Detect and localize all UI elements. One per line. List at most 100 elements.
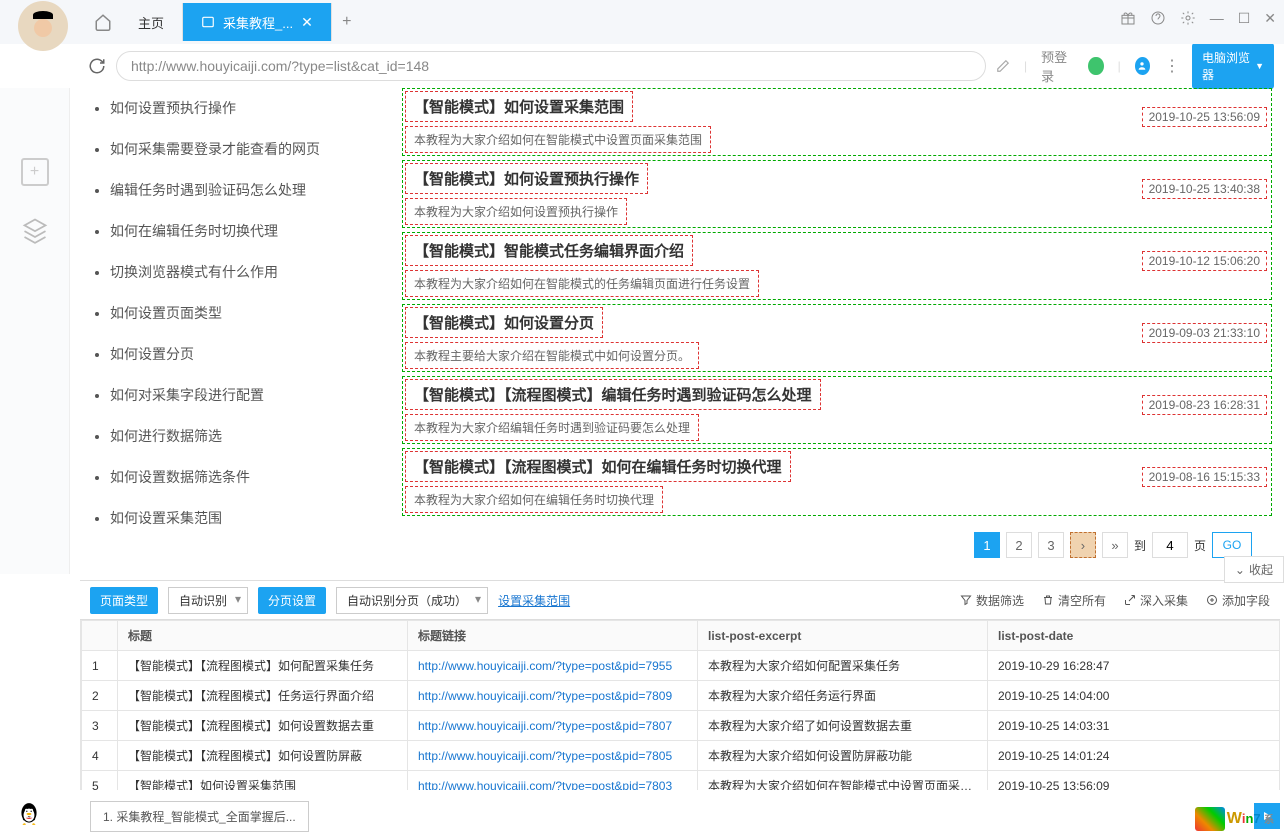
url-text: http://www.houyicaiji.com/?type=list&cat… bbox=[131, 58, 429, 74]
column-header[interactable]: list-post-date bbox=[988, 621, 1280, 651]
page-input[interactable] bbox=[1152, 532, 1188, 558]
link-cell[interactable]: http://www.houyicaiji.com/?type=post&pid… bbox=[418, 659, 672, 673]
link-cell[interactable]: http://www.houyicaiji.com/?type=post&pid… bbox=[418, 719, 672, 733]
post-excerpt: 本教程为大家介绍如何在编辑任务时切换代理 bbox=[405, 486, 663, 513]
table-row[interactable]: 2【智能模式】【流程图模式】任务运行界面介绍http://www.houyica… bbox=[82, 681, 1280, 711]
post-excerpt: 本教程主要给大家介绍在智能模式中如何设置分页。 bbox=[405, 342, 699, 369]
page-last[interactable]: » bbox=[1102, 532, 1128, 558]
avatar[interactable] bbox=[18, 1, 68, 51]
page-2[interactable]: 2 bbox=[1006, 532, 1032, 558]
tab-label: 采集教程_... bbox=[223, 13, 293, 32]
filter-button[interactable]: 数据筛选 bbox=[960, 592, 1024, 609]
collapse-button[interactable]: ⌄ 收起 bbox=[1224, 556, 1284, 583]
help-icon[interactable] bbox=[1150, 10, 1166, 27]
table-row[interactable]: 1【智能模式】【流程图模式】如何配置采集任务http://www.houyica… bbox=[82, 651, 1280, 681]
set-range-link[interactable]: 设置采集范围 bbox=[498, 592, 570, 609]
sidebar-item[interactable]: 如何设置页面类型 bbox=[110, 293, 370, 334]
deep-collect-button[interactable]: 深入采集 bbox=[1124, 592, 1188, 609]
table-row[interactable]: 3【智能模式】【流程图模式】如何设置数据去重http://www.houyica… bbox=[82, 711, 1280, 741]
sidebar-item[interactable]: 如何采集需要登录才能查看的网页 bbox=[110, 129, 370, 170]
bottom-bar: 1. 采集教程_智能模式_全面掌握后... bbox=[80, 799, 1280, 833]
table-row[interactable]: 4【智能模式】【流程图模式】如何设置防屏蔽http://www.houyicai… bbox=[82, 741, 1280, 771]
post-title: 【智能模式】【流程图模式】如何在编辑任务时切换代理 bbox=[405, 451, 791, 482]
post-item[interactable]: 【智能模式】【流程图模式】如何在编辑任务时切换代理 2019-08-16 15:… bbox=[402, 448, 1272, 516]
tab-label: 主页 bbox=[138, 13, 164, 32]
post-item[interactable]: 【智能模式】【流程图模式】编辑任务时遇到验证码怎么处理 2019-08-23 1… bbox=[402, 376, 1272, 444]
watermark: Win7 系 bbox=[1195, 807, 1274, 831]
page-next[interactable]: › bbox=[1070, 532, 1096, 558]
link-cell[interactable]: http://www.houyicaiji.com/?type=post&pid… bbox=[418, 779, 672, 791]
post-date: 2019-10-25 13:40:38 bbox=[1142, 179, 1267, 199]
clear-button[interactable]: 清空所有 bbox=[1042, 592, 1106, 609]
table-row[interactable]: 5【智能模式】如何设置采集范围http://www.houyicaiji.com… bbox=[82, 771, 1280, 791]
auto-detect-select[interactable]: 自动识别 bbox=[168, 587, 248, 614]
link-cell[interactable]: http://www.houyicaiji.com/?type=post&pid… bbox=[418, 689, 672, 703]
post-excerpt: 本教程为大家介绍如何在智能模式的任务编辑页面进行任务设置 bbox=[405, 270, 759, 297]
document-tab[interactable]: 1. 采集教程_智能模式_全面掌握后... bbox=[90, 801, 309, 832]
minimize-icon[interactable]: — bbox=[1210, 10, 1224, 27]
gift-icon[interactable] bbox=[1120, 10, 1136, 27]
close-icon[interactable]: ✕ bbox=[301, 14, 313, 31]
column-header[interactable] bbox=[82, 621, 118, 651]
sidebar-item[interactable]: 如何设置分页 bbox=[110, 334, 370, 375]
edit-icon[interactable] bbox=[996, 59, 1010, 73]
paging-auto-select[interactable]: 自动识别分页（成功） bbox=[336, 587, 488, 614]
post-title: 【智能模式】智能模式任务编辑界面介绍 bbox=[405, 235, 693, 266]
post-title: 【智能模式】如何设置采集范围 bbox=[405, 91, 633, 122]
add-field-button[interactable]: 添加字段 bbox=[1206, 592, 1270, 609]
page-1[interactable]: 1 bbox=[974, 532, 1000, 558]
reload-icon[interactable] bbox=[88, 57, 106, 75]
close-window-icon[interactable]: ✕ bbox=[1264, 10, 1276, 27]
address-bar: http://www.houyicaiji.com/?type=list&cat… bbox=[0, 44, 1284, 88]
sidebar-item[interactable]: 如何设置采集范围 bbox=[110, 498, 370, 539]
post-title: 【智能模式】如何设置预执行操作 bbox=[405, 163, 648, 194]
tab-active[interactable]: 采集教程_... ✕ bbox=[183, 3, 332, 41]
sidebar-item[interactable]: 如何对采集字段进行配置 bbox=[110, 375, 370, 416]
page-label: 页 bbox=[1194, 537, 1206, 554]
post-date: 2019-08-23 16:28:31 bbox=[1142, 395, 1267, 415]
post-excerpt: 本教程为大家介绍编辑任务时遇到验证码要怎么处理 bbox=[405, 414, 699, 441]
titlebar: 主页 采集教程_... ✕ + — ☐ ✕ bbox=[0, 0, 1284, 44]
new-file-icon[interactable]: + bbox=[21, 158, 49, 186]
post-item[interactable]: 【智能模式】智能模式任务编辑界面介绍 2019-10-12 15:06:20 本… bbox=[402, 232, 1272, 300]
config-toolbar: 页面类型 自动识别 分页设置 自动识别分页（成功） 设置采集范围 数据筛选 清空… bbox=[80, 580, 1280, 620]
tab-home[interactable]: 主页 bbox=[120, 3, 183, 41]
pagination: 1 2 3 › » 到 页 GO bbox=[402, 520, 1272, 558]
sidebar-item[interactable]: 如何设置数据筛选条件 bbox=[110, 457, 370, 498]
url-input[interactable]: http://www.houyicaiji.com/?type=list&cat… bbox=[116, 51, 986, 81]
tab-strip: 主页 采集教程_... ✕ + bbox=[86, 3, 362, 41]
page-3[interactable]: 3 bbox=[1038, 532, 1064, 558]
qq-icon[interactable] bbox=[16, 801, 42, 827]
post-date: 2019-10-12 15:06:20 bbox=[1142, 251, 1267, 271]
post-title: 【智能模式】【流程图模式】编辑任务时遇到验证码怎么处理 bbox=[405, 379, 821, 410]
prelogin-button[interactable]: 预登录 bbox=[1041, 47, 1074, 85]
page-icon bbox=[201, 15, 215, 29]
go-button[interactable]: GO bbox=[1212, 532, 1252, 558]
home-icon[interactable] bbox=[86, 3, 120, 41]
more-icon[interactable]: ⋮ bbox=[1164, 56, 1178, 76]
page-setting-button[interactable]: 分页设置 bbox=[258, 587, 326, 614]
sidebar-list: 如何设置预执行操作如何采集需要登录才能查看的网页编辑任务时遇到验证码怎么处理如何… bbox=[70, 88, 390, 574]
column-header[interactable]: list-post-excerpt bbox=[698, 621, 988, 651]
browser-mode-button[interactable]: 电脑浏览器▼ bbox=[1192, 43, 1274, 89]
sidebar-item[interactable]: 如何在编辑任务时切换代理 bbox=[110, 211, 370, 252]
settings-icon[interactable] bbox=[1180, 10, 1196, 27]
column-header[interactable]: 标题 bbox=[118, 621, 408, 651]
status-blue-icon[interactable] bbox=[1135, 57, 1150, 75]
page-type-button[interactable]: 页面类型 bbox=[90, 587, 158, 614]
column-header[interactable]: 标题链接 bbox=[408, 621, 698, 651]
sidebar-item[interactable]: 如何进行数据筛选 bbox=[110, 416, 370, 457]
data-grid: 标题标题链接list-post-excerptlist-post-date1【智… bbox=[80, 620, 1280, 790]
new-tab-button[interactable]: + bbox=[332, 13, 362, 31]
sidebar-item[interactable]: 编辑任务时遇到验证码怎么处理 bbox=[110, 170, 370, 211]
layers-icon[interactable] bbox=[21, 216, 49, 244]
post-item[interactable]: 【智能模式】如何设置分页 2019-09-03 21:33:10 本教程主要给大… bbox=[402, 304, 1272, 372]
post-item[interactable]: 【智能模式】如何设置预执行操作 2019-10-25 13:40:38 本教程为… bbox=[402, 160, 1272, 228]
sidebar-item[interactable]: 如何设置预执行操作 bbox=[110, 88, 370, 129]
maximize-icon[interactable]: ☐ bbox=[1238, 10, 1251, 27]
post-item[interactable]: 【智能模式】如何设置采集范围 2019-10-25 13:56:09 本教程为大… bbox=[402, 88, 1272, 156]
link-cell[interactable]: http://www.houyicaiji.com/?type=post&pid… bbox=[418, 749, 672, 763]
sidebar-item[interactable]: 切换浏览器模式有什么作用 bbox=[110, 252, 370, 293]
post-date: 2019-10-25 13:56:09 bbox=[1142, 107, 1267, 127]
status-green-icon[interactable] bbox=[1088, 57, 1103, 75]
